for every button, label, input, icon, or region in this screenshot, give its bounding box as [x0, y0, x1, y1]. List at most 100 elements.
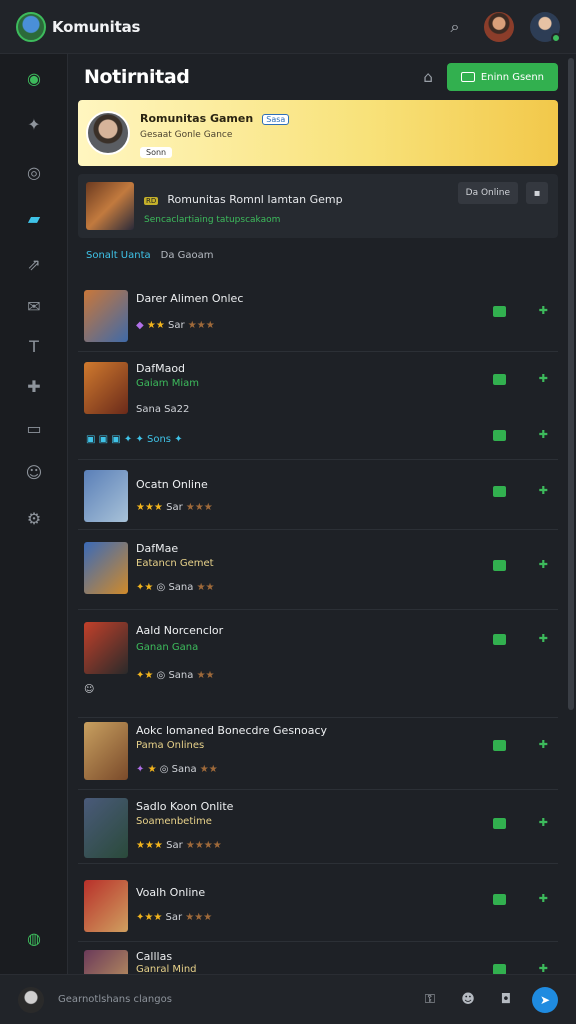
game-subtitle: Ganan Gana	[136, 642, 199, 653]
game-rating: Sana Sa22	[136, 404, 190, 415]
featured-chip: Sasa	[262, 114, 290, 125]
follow-icon[interactable]: ✚	[539, 632, 548, 645]
community-subtitle: Sencaclartiaing tatupscakaom	[144, 214, 281, 225]
game-thumbnail	[84, 470, 128, 522]
list-item[interactable]: Aokc lomaned Bonecdre Gesnoacy Pama Onli…	[78, 718, 558, 790]
emoji-icon[interactable]: ☻	[456, 988, 480, 1012]
avatar-user[interactable]	[530, 11, 561, 43]
store-icon[interactable]: ⌂	[423, 68, 433, 86]
follow-icon[interactable]: ✚	[539, 372, 548, 385]
bottom-actions: ⚿ ☻ ◘ ➤	[418, 986, 558, 1013]
join-icon[interactable]	[493, 374, 506, 385]
status-a: Sonalt Uanta	[86, 250, 151, 261]
top-bar: Komunitas ⌕	[0, 0, 576, 54]
list-item[interactable]: Aald Norcenclor Ganan Gana ✦★ ◎ Sana ★★ …	[78, 610, 558, 718]
emoji-icon[interactable]: ☺	[22, 460, 46, 484]
mail-icon[interactable]: ✉	[22, 294, 46, 318]
my-avatar[interactable]	[18, 986, 44, 1013]
list-item[interactable]: Voalh Online ✦★★ Sar ★★★ ✚	[78, 864, 558, 942]
game-thumbnail	[84, 362, 128, 414]
community-online-button[interactable]: Da Online	[457, 182, 518, 204]
community-name: Romunitas Romnl Iamtan Gemp	[167, 192, 343, 206]
game-rating: ✦ ★ ◎ Sana ★★	[136, 764, 218, 775]
featured-name: Romunitas Gamen	[140, 112, 254, 125]
inbox-icon[interactable]: ▭	[22, 416, 46, 440]
game-rating: ★★★ Sar ★★★	[136, 502, 213, 513]
follow-icon[interactable]: ✚	[539, 428, 548, 441]
join-icon[interactable]	[493, 894, 506, 905]
game-rating: ✦★ ◎ Sana ★★	[136, 670, 215, 681]
list-item[interactable]: Ocatn Online ★★★ Sar ★★★ ✚	[78, 460, 558, 530]
follow-icon[interactable]: ✚	[539, 558, 548, 571]
game-subtitle: Soamenbetime	[136, 816, 212, 827]
follow-icon[interactable]: ✚	[539, 816, 548, 829]
trending-icon[interactable]: ⇗	[22, 252, 46, 276]
avatar-friend[interactable]	[484, 11, 514, 42]
join-icon[interactable]	[493, 560, 506, 571]
scrollbar[interactable]	[568, 58, 574, 710]
list-item[interactable]: DafMaod Gaiam Miam Sana Sa22 ▣ ▣ ▣ ✦ ✦ S…	[78, 352, 558, 460]
search-icon[interactable]: ⌕	[442, 14, 468, 40]
featured-pill[interactable]: Sonn	[140, 147, 173, 158]
list-item[interactable]: Calllas Ganral Mind ✚	[78, 942, 558, 974]
join-icon[interactable]	[493, 486, 506, 497]
game-rating: ✦★ ◎ Sana ★★	[136, 582, 215, 593]
key-icon[interactable]: ⚿	[418, 988, 442, 1012]
main-panel: Notirnitad ⌂ Eninn Gsenn Romunitas Gamen…	[68, 54, 568, 974]
cta-label: Eninn Gsenn	[480, 71, 544, 83]
games-icon[interactable]: ✦	[22, 112, 46, 136]
more-icon[interactable]: ▪	[526, 182, 548, 204]
status-row: Sonalt Uanta Da Gaoam	[86, 250, 214, 261]
send-icon[interactable]: ➤	[532, 986, 558, 1013]
text-icon[interactable]: T	[22, 334, 46, 358]
emoji-icon[interactable]: ☺	[84, 684, 94, 695]
game-subtitle: Gaiam Miam	[136, 378, 199, 389]
game-name: Calllas	[136, 950, 173, 963]
game-thumbnail	[84, 950, 128, 974]
join-icon[interactable]	[493, 964, 506, 974]
featured-info: Romunitas Gamen Sasa Gesaat Gonle Gance …	[140, 107, 290, 159]
game-thumbnail	[84, 290, 128, 342]
join-icon[interactable]	[493, 634, 506, 645]
camera-icon[interactable]: ◘	[494, 988, 518, 1012]
settings-icon[interactable]: ⚙	[22, 506, 46, 530]
list-item[interactable]: DafMae Eatancn Gemet ✦★ ◎ Sana ★★ ✚	[78, 530, 558, 610]
game-subtitle: Eatancn Gemet	[136, 558, 214, 569]
follow-icon[interactable]: ✚	[539, 962, 548, 974]
game-name: DafMaod	[136, 362, 186, 375]
list-item[interactable]: Sadlo Koon Onlite Soamenbetime ★★★ Sar ★…	[78, 790, 558, 864]
community-strip[interactable]: RD Romunitas Romnl Iamtan Gemp Sencaclar…	[78, 174, 558, 238]
follow-icon[interactable]: ✚	[539, 892, 548, 905]
join-icon[interactable]	[493, 430, 506, 441]
game-name: Ocatn Online	[136, 478, 208, 491]
chat-input[interactable]: Gearnotlshans clangos	[58, 994, 172, 1005]
featured-avatar	[86, 111, 130, 155]
follow-icon[interactable]: ✚	[539, 304, 548, 317]
game-thumbnail	[84, 542, 128, 594]
extras-label: Sons	[147, 434, 172, 445]
game-thumbnail	[84, 880, 128, 932]
game-thumbnail	[84, 798, 128, 858]
follow-icon[interactable]: ✚	[539, 484, 548, 497]
community-thumbnail	[86, 182, 134, 230]
join-icon[interactable]	[493, 818, 506, 829]
sidebar: ◉ ✦ ◎ ▰ ⇗ ✉ T ✚ ▭ ☺ ⚙ ◍	[0, 54, 68, 974]
app-logo	[16, 11, 46, 42]
cta-button[interactable]: Eninn Gsenn	[446, 63, 558, 91]
featured-subtitle: Gesaat Gonle Gance	[140, 130, 233, 140]
discover-icon[interactable]: ◎	[22, 160, 46, 184]
game-subtitle: Ganral Mind	[136, 964, 197, 974]
puzzle-icon[interactable]: ✚	[22, 374, 46, 398]
game-rating: ✦★★ Sar ★★★	[136, 912, 213, 923]
game-subtitle: Pama Onlines	[136, 740, 205, 751]
game-name: Darer Alimen Onlec	[136, 292, 244, 305]
add-server-icon[interactable]: ◍	[22, 926, 46, 950]
list-item[interactable]: Darer Alimen Onlec ◆ ★★ Sar ★★★ ✚	[78, 282, 558, 352]
join-icon[interactable]	[493, 740, 506, 751]
featured-card[interactable]: Romunitas Gamen Sasa Gesaat Gonle Gance …	[78, 100, 558, 166]
home-icon[interactable]: ◉	[22, 66, 46, 90]
page-title: Notirnitad	[84, 66, 190, 88]
join-icon[interactable]	[493, 306, 506, 317]
folder-icon[interactable]: ▰	[22, 206, 46, 230]
follow-icon[interactable]: ✚	[539, 738, 548, 751]
